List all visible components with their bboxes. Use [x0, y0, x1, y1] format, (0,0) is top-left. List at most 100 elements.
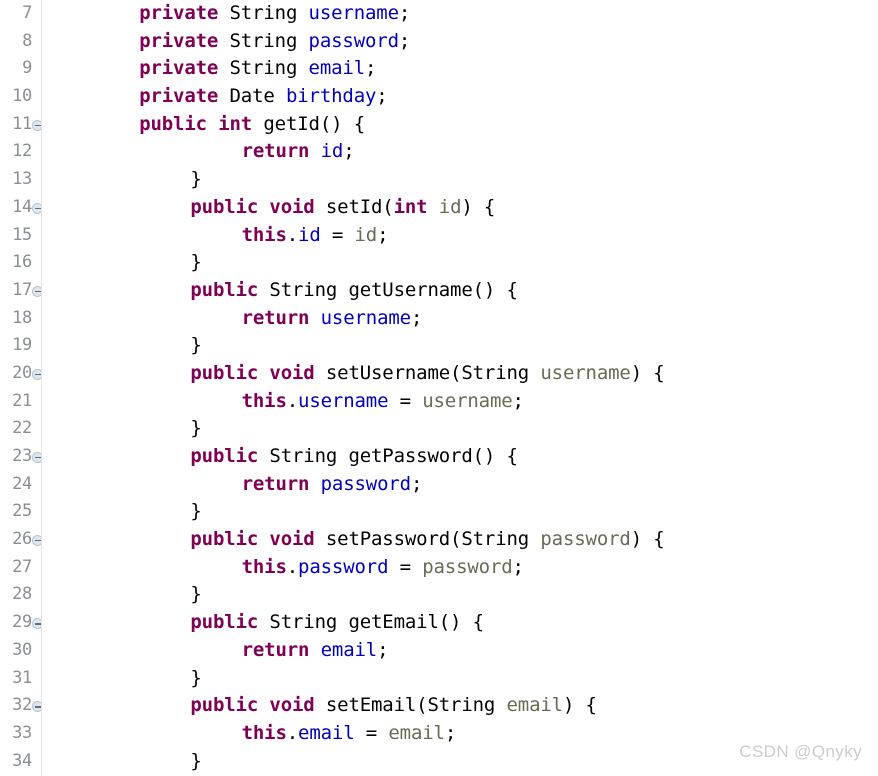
gutter-row[interactable]: 21 [0, 388, 41, 416]
code-line[interactable]: return username; [42, 305, 878, 333]
gutter-row[interactable]: 10 [0, 83, 41, 111]
code-token: id [438, 195, 462, 218]
code-token: private [139, 85, 219, 108]
line-number: 16 [12, 252, 32, 273]
code-line[interactable]: public String getUsername() { [42, 277, 878, 305]
code-editor[interactable]: 7 8 9 10 11 12 13 14 15 16 17 18 19 20 21 22 23 24 25 26 27 2… [0, 0, 878, 776]
code-token: username [320, 306, 411, 329]
code-token: this [241, 555, 287, 578]
gutter-row[interactable]: 19 [0, 332, 41, 360]
gutter-row[interactable]: 16 [0, 249, 41, 277]
code-token: = [354, 721, 389, 744]
line-number: 23 [12, 446, 32, 466]
gutter-row[interactable]: 12 [0, 138, 41, 166]
gutter-row[interactable]: 32 [0, 692, 41, 720]
gutter-row[interactable]: 8 [0, 28, 41, 56]
gutter-row[interactable]: 18 [0, 305, 41, 333]
code-line[interactable]: public void setId(int id) { [42, 194, 878, 222]
code-line[interactable]: public void setUsername(String username)… [42, 360, 878, 388]
code-line[interactable]: private Date birthday; [42, 83, 878, 111]
gutter-row[interactable]: 26 [0, 526, 41, 554]
gutter-row[interactable]: 15 [0, 222, 41, 250]
code-token: public [190, 278, 259, 301]
code-line[interactable]: } [42, 665, 878, 693]
code-line[interactable]: } [42, 249, 878, 277]
code-token: setUsername( [314, 361, 462, 384]
gutter-row[interactable]: 9 [0, 55, 41, 83]
gutter-row[interactable]: 31 [0, 665, 41, 693]
line-number: 28 [12, 584, 32, 605]
code-token: public [190, 528, 259, 551]
code-line[interactable]: return email; [42, 637, 878, 665]
code-token: ; [376, 85, 388, 108]
line-number: 22 [12, 418, 32, 439]
code-line[interactable]: } [42, 748, 878, 776]
code-token: = [388, 555, 423, 578]
gutter-row[interactable]: 34 [0, 748, 41, 776]
code-token: int [393, 195, 428, 218]
code-line[interactable]: } [42, 415, 878, 443]
code-line[interactable]: this.password = password; [42, 554, 878, 582]
code-line[interactable]: private String username; [42, 0, 878, 28]
fold-collapse-icon[interactable] [32, 119, 41, 131]
code-line[interactable]: public void setEmail(String email) { [42, 692, 878, 720]
code-line[interactable]: } [42, 332, 878, 360]
code-text-area[interactable]: private String username; private String p… [42, 0, 878, 776]
code-line[interactable]: public int getId() { [42, 111, 878, 139]
fold-collapse-icon[interactable] [32, 368, 41, 380]
code-line[interactable]: return id; [42, 138, 878, 166]
code-line[interactable]: } [42, 166, 878, 194]
fold-collapse-icon[interactable] [32, 202, 41, 214]
gutter-row[interactable]: 20 [0, 360, 41, 388]
code-token: return [241, 472, 310, 495]
code-line[interactable]: return password; [42, 471, 878, 499]
gutter-row[interactable]: 30 [0, 637, 41, 665]
line-number: 32 [12, 695, 32, 716]
code-line[interactable]: public String getEmail() { [42, 609, 878, 637]
gutter-row[interactable]: 29 [0, 609, 41, 637]
code-line[interactable]: } [42, 581, 878, 609]
code-token: } [190, 500, 202, 523]
code-token: String [229, 2, 298, 24]
gutter-row[interactable]: 13 [0, 166, 41, 194]
code-line[interactable]: this.email = email; [42, 720, 878, 748]
code-line[interactable]: this.id = id; [42, 222, 878, 250]
fold-collapse-icon[interactable] [32, 452, 41, 463]
code-token: . [286, 721, 299, 744]
gutter-row[interactable]: 14 [0, 194, 41, 222]
fold-collapse-icon[interactable] [32, 535, 41, 547]
gutter-row[interactable]: 24 [0, 471, 41, 499]
gutter-row[interactable]: 11 [0, 111, 41, 139]
line-number: 34 [12, 750, 32, 771]
code-line[interactable]: private String email; [42, 55, 878, 83]
gutter-row[interactable]: 17 [0, 277, 41, 305]
code-line[interactable]: public void setPassword(String password)… [42, 526, 878, 554]
gutter-row[interactable]: 28 [0, 581, 41, 609]
fold-collapse-icon[interactable] [32, 285, 41, 297]
line-number: 10 [12, 86, 32, 107]
code-token: = [320, 223, 355, 246]
gutter-row[interactable]: 27 [0, 554, 41, 582]
line-number-gutter[interactable]: 7 8 9 10 11 12 13 14 15 16 17 18 19 20 21 22 23 24 25 26 27 2… [0, 0, 42, 776]
gutter-row[interactable]: 23 [0, 443, 41, 471]
fold-collapse-icon[interactable] [32, 618, 41, 630]
line-number: 31 [12, 667, 32, 688]
code-line[interactable]: public String getPassword() { [42, 443, 878, 471]
gutter-row[interactable]: 33 [0, 720, 41, 748]
gutter-row[interactable]: 22 [0, 415, 41, 443]
gutter-row[interactable]: 7 [0, 0, 41, 28]
code-line[interactable]: this.username = username; [42, 388, 878, 416]
gutter-row[interactable]: 25 [0, 498, 41, 526]
code-token: getEmail() { [337, 611, 484, 634]
code-line[interactable]: } [42, 498, 878, 526]
fold-collapse-icon[interactable] [32, 701, 41, 713]
code-token: email [506, 694, 564, 717]
code-line[interactable]: private String password; [42, 28, 878, 56]
